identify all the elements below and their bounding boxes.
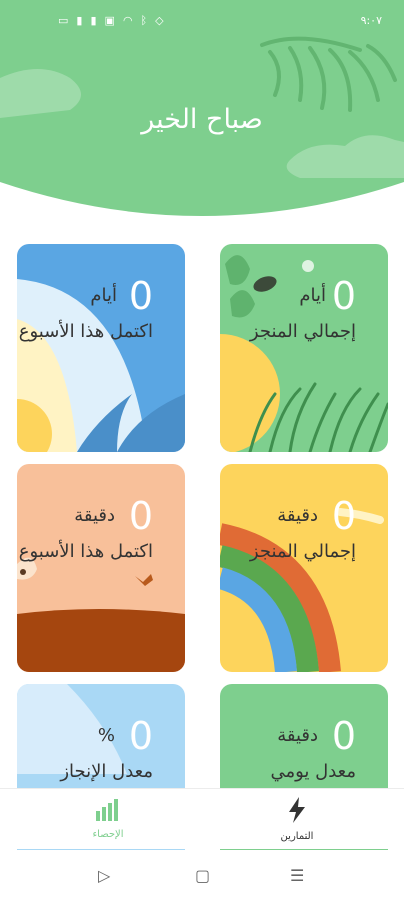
card-illustration: [220, 508, 384, 672]
card-week-minutes[interactable]: 0 دقيقة اكتمل هذا الأسبوع: [17, 464, 185, 672]
card-illustration: [17, 557, 185, 672]
card-unit: دقيقة: [277, 505, 318, 526]
nav-item-exercises[interactable]: التمارين: [252, 797, 342, 842]
back-icon[interactable]: ▷: [98, 866, 110, 885]
card-illustration: [17, 279, 185, 452]
card-value: 0: [128, 274, 153, 318]
system-nav-bar: ▷ ▢ ☰: [0, 850, 404, 900]
card-week-days[interactable]: 0 أيام اكتمل هذا الأسبوع: [17, 244, 185, 452]
home-icon[interactable]: ▢: [195, 866, 210, 885]
card-unit: أيام: [90, 285, 117, 306]
nfc-icon: ▣: [104, 14, 115, 27]
nav-label-statistics: الإحصاء: [92, 829, 124, 840]
bluetooth-icon: ᛒ: [140, 14, 148, 27]
card-caption: إجمالي المنجز: [249, 321, 356, 342]
card-value: 0: [128, 714, 153, 758]
card-total-minutes[interactable]: 0 دقيقة إجمالي المنجز: [220, 464, 388, 672]
card-value: 0: [128, 494, 153, 538]
lightning-icon: [289, 797, 305, 823]
nav-item-statistics[interactable]: الإحصاء: [63, 797, 153, 840]
card-value: 0: [331, 274, 356, 318]
card-total-days[interactable]: 0 أيام إجمالي المنجز: [220, 244, 388, 452]
card-illustration: [220, 255, 388, 452]
card-unit: أيام: [299, 285, 326, 306]
nav-label-exercises: التمارين: [280, 831, 314, 842]
card-value: 0: [331, 494, 356, 538]
bottom-nav: الإحصاء التمارين: [0, 788, 404, 849]
signal-icon-2: ▮: [90, 14, 97, 27]
status-time: ٩:٠٧: [360, 14, 382, 27]
card-caption: اكتمل هذا الأسبوع: [18, 321, 153, 342]
card-caption: معدل الإنجاز: [60, 761, 153, 782]
battery-icon: ▭: [58, 14, 69, 27]
signal-icon: ▮: [76, 14, 83, 27]
bar-chart-icon: [96, 799, 118, 821]
status-icons: ▭ ▮ ▮ ▣ ◠ ᛒ ◇: [58, 15, 164, 27]
card-caption: إجمالي المنجز: [249, 541, 356, 562]
card-unit: دقيقة: [74, 505, 115, 526]
card-caption: معدل يومي: [270, 761, 356, 782]
status-bar: ▭ ▮ ▮ ▣ ◠ ᛒ ◇ ٩:٠٧: [0, 0, 404, 40]
card-unit: دقيقة: [277, 725, 318, 746]
card-unit: %: [97, 725, 115, 746]
recents-icon[interactable]: ☰: [290, 866, 304, 885]
greeting-title: صباح الخير: [141, 104, 263, 135]
card-value: 0: [331, 714, 356, 758]
vibrate-icon: ◇: [155, 14, 164, 27]
wifi-icon: ◠: [122, 14, 133, 27]
card-caption: اكتمل هذا الأسبوع: [18, 541, 153, 562]
